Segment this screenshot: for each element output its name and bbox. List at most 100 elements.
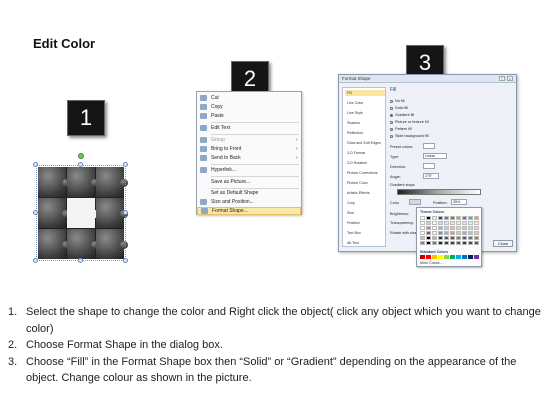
color-swatch[interactable]: [444, 226, 449, 230]
color-swatch[interactable]: [426, 226, 431, 230]
color-swatch[interactable]: [420, 231, 425, 235]
puzzle-shape[interactable]: [33, 153, 128, 263]
category-alt-text[interactable]: Alt Text: [345, 240, 385, 246]
color-swatch[interactable]: [450, 236, 455, 240]
resize-handle[interactable]: [78, 162, 83, 167]
color-swatch[interactable]: [468, 236, 473, 240]
color-swatch[interactable]: [420, 216, 425, 220]
color-swatch[interactable]: [432, 231, 437, 235]
color-swatch[interactable]: [468, 241, 473, 245]
close-button[interactable]: Close: [493, 240, 513, 247]
menu-item-format-shape[interactable]: Format Shape...: [197, 207, 301, 215]
color-swatch[interactable]: [450, 221, 455, 225]
color-swatch[interactable]: [444, 216, 449, 220]
color-swatch[interactable]: [444, 221, 449, 225]
category-artistic-effects[interactable]: Artistic Effects: [345, 190, 385, 196]
color-swatch[interactable]: [438, 231, 443, 235]
menu-item-copy[interactable]: Copy: [197, 103, 301, 111]
color-swatch[interactable]: [474, 221, 479, 225]
color-swatch[interactable]: [438, 236, 443, 240]
category-text-box[interactable]: Text Box: [345, 230, 385, 236]
resize-handle[interactable]: [123, 162, 128, 167]
radio-background-fill[interactable]: Slide background fill: [390, 134, 429, 138]
category-line-color[interactable]: Line Color: [345, 100, 385, 106]
category-crop[interactable]: Crop: [345, 200, 385, 206]
color-swatch[interactable]: [438, 216, 443, 220]
standard-color-swatch[interactable]: [438, 255, 443, 259]
color-swatch[interactable]: [450, 216, 455, 220]
standard-color-swatch[interactable]: [432, 255, 437, 259]
standard-color-swatch[interactable]: [474, 255, 479, 259]
menu-item-save-as-picture[interactable]: Save as Picture...: [197, 178, 301, 186]
color-swatch[interactable]: [426, 236, 431, 240]
category-line-style[interactable]: Line Style: [345, 110, 385, 116]
color-swatch[interactable]: [462, 221, 467, 225]
radio-gradient-fill[interactable]: Gradient fill: [390, 113, 414, 117]
standard-color-swatch[interactable]: [420, 255, 425, 259]
color-swatch[interactable]: [420, 241, 425, 245]
standard-color-swatch[interactable]: [462, 255, 467, 259]
color-swatch[interactable]: [432, 226, 437, 230]
color-swatch[interactable]: [474, 241, 479, 245]
color-swatch[interactable]: [450, 226, 455, 230]
more-colors-link[interactable]: More Colors...: [420, 261, 443, 265]
color-swatch[interactable]: [450, 241, 455, 245]
help-button[interactable]: ?: [499, 76, 505, 81]
menu-item-size-position[interactable]: Size and Position...: [197, 198, 301, 206]
color-swatch[interactable]: [426, 216, 431, 220]
menu-item-send-to-back[interactable]: Send to Back ›: [197, 154, 301, 162]
position-input[interactable]: 35%: [451, 199, 467, 205]
color-swatch[interactable]: [456, 226, 461, 230]
category-picture-color[interactable]: Picture Color: [345, 180, 385, 186]
color-swatch[interactable]: [420, 221, 425, 225]
radio-pattern-fill[interactable]: Pattern fill: [390, 127, 412, 131]
color-swatch[interactable]: [432, 241, 437, 245]
color-swatch[interactable]: [474, 231, 479, 235]
radio-no-fill[interactable]: No fill: [390, 99, 405, 103]
resize-handle[interactable]: [33, 210, 38, 215]
color-swatch[interactable]: [420, 236, 425, 240]
color-swatch[interactable]: [468, 216, 473, 220]
category-picture-corrections[interactable]: Picture Corrections: [345, 170, 385, 176]
color-swatch[interactable]: [462, 236, 467, 240]
category-reflection[interactable]: Reflection: [345, 130, 385, 136]
direction-dropdown[interactable]: [423, 163, 435, 169]
radio-picture-fill[interactable]: Picture or texture fill: [390, 120, 429, 124]
color-swatch[interactable]: [462, 241, 467, 245]
color-swatch[interactable]: [456, 216, 461, 220]
angle-input[interactable]: 270°: [423, 173, 439, 179]
rotation-handle[interactable]: [78, 153, 84, 159]
menu-item-edit-text[interactable]: Edit Text: [197, 124, 301, 132]
standard-color-swatch[interactable]: [426, 255, 431, 259]
color-swatch[interactable]: [450, 231, 455, 235]
menu-item-hyperlink[interactable]: Hyperlink...: [197, 166, 301, 174]
resize-handle[interactable]: [33, 162, 38, 167]
color-swatch[interactable]: [462, 216, 467, 220]
category-3d-format[interactable]: 3-D Format: [345, 150, 385, 156]
category-glow[interactable]: Glow and Soft Edges: [345, 140, 385, 146]
color-swatch[interactable]: [456, 221, 461, 225]
color-dropdown[interactable]: [409, 199, 421, 205]
color-swatch[interactable]: [426, 241, 431, 245]
menu-item-set-default-shape[interactable]: Set as Default Shape: [197, 189, 301, 197]
color-swatch[interactable]: [426, 221, 431, 225]
color-swatch[interactable]: [432, 221, 437, 225]
gradient-stops-bar[interactable]: [397, 189, 481, 195]
category-position[interactable]: Position: [345, 220, 385, 226]
resize-handle[interactable]: [123, 258, 128, 263]
menu-item-group[interactable]: Group ›: [197, 136, 301, 144]
menu-item-cut[interactable]: Cut: [197, 94, 301, 102]
standard-color-swatch[interactable]: [444, 255, 449, 259]
color-swatch[interactable]: [462, 231, 467, 235]
close-icon[interactable]: x: [507, 76, 513, 81]
color-swatch[interactable]: [444, 241, 449, 245]
color-swatch[interactable]: [438, 226, 443, 230]
color-swatch[interactable]: [468, 226, 473, 230]
resize-handle[interactable]: [33, 258, 38, 263]
category-size[interactable]: Size: [345, 210, 385, 216]
standard-color-swatch[interactable]: [456, 255, 461, 259]
menu-item-bring-to-front[interactable]: Bring to Front ›: [197, 145, 301, 153]
color-swatch[interactable]: [444, 236, 449, 240]
menu-item-paste[interactable]: Paste: [197, 112, 301, 120]
color-swatch[interactable]: [432, 216, 437, 220]
